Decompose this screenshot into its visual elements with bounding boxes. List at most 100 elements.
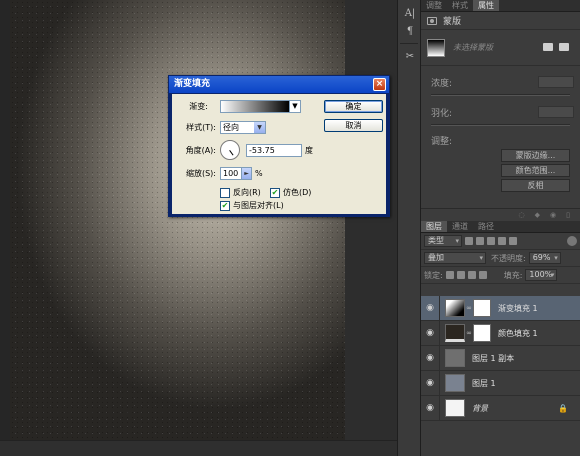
- document-image: [10, 0, 345, 440]
- tab-adjustments[interactable]: 调整: [421, 0, 447, 11]
- document-canvas[interactable]: [0, 0, 345, 440]
- gradient-dropdown-icon[interactable]: ▼: [290, 100, 301, 113]
- density-input[interactable]: [538, 76, 574, 88]
- lock-all-icon[interactable]: [478, 271, 487, 279]
- close-icon[interactable]: ×: [373, 78, 386, 91]
- vector-mask-icon[interactable]: [559, 43, 569, 51]
- dialog-titlebar[interactable]: 渐变填充 ×: [169, 76, 389, 93]
- feather-field: 羽化:: [421, 100, 580, 124]
- layer-divider: [439, 320, 440, 346]
- shape-filter-icon[interactable]: [498, 237, 506, 245]
- pixel-mask-icon[interactable]: [543, 43, 553, 51]
- strip-divider: [400, 43, 418, 44]
- layer-row[interactable]: ◉ 图层 1: [421, 370, 580, 396]
- layer-row[interactable]: ◉ ∞ 渐变填充 1: [421, 295, 580, 321]
- tab-properties[interactable]: 属性: [473, 0, 499, 11]
- mask-selector-row: 未选择蒙版: [421, 30, 580, 66]
- angle-dial[interactable]: [220, 140, 240, 160]
- lock-transparency-icon[interactable]: [445, 271, 454, 279]
- gradient-label: 渐变:: [189, 102, 208, 111]
- layer-thumbnail[interactable]: [445, 399, 465, 417]
- chain-link-icon[interactable]: ∞: [465, 329, 473, 337]
- ok-button[interactable]: 确定: [324, 100, 383, 113]
- layer-divider: [439, 295, 440, 321]
- align-checkbox[interactable]: ✔: [220, 200, 230, 211]
- load-selection-icon[interactable]: ◌: [519, 211, 525, 219]
- layer-name[interactable]: 渐变填充 1: [498, 303, 538, 314]
- eye-icon[interactable]: ◉: [421, 328, 439, 338]
- tab-channels[interactable]: 通道: [447, 221, 473, 232]
- layer-thumbnail[interactable]: [445, 374, 465, 392]
- layer-name[interactable]: 图层 1 副本: [472, 353, 514, 364]
- layer-mask-thumbnail[interactable]: [473, 299, 491, 317]
- lock-position-icon[interactable]: [467, 271, 476, 279]
- mask-icon: [427, 16, 437, 25]
- gradient-fill-dialog: 渐变填充 × 渐变: ▼ 样式(T): 径向 ▼ 角度(A): -53.75 度…: [168, 75, 390, 217]
- fill-value: 100%: [529, 270, 553, 279]
- layer-row[interactable]: ◉ 图层 1 副本: [421, 345, 580, 371]
- angle-input[interactable]: -53.75: [246, 143, 302, 157]
- scale-spin-icon[interactable]: ►: [242, 167, 252, 180]
- layer-mask-thumbnail[interactable]: [473, 324, 491, 342]
- eye-icon[interactable]: ◉: [421, 303, 439, 313]
- status-bar: [0, 440, 397, 456]
- eye-icon[interactable]: ◉: [421, 353, 439, 363]
- eye-icon[interactable]: ◉: [421, 403, 439, 413]
- style-row: 样式(T): 径向 ▼: [172, 121, 266, 134]
- smart-filter-icon[interactable]: [509, 237, 517, 245]
- filter-label: 类型: [428, 236, 444, 245]
- layer-thumbnail[interactable]: [445, 299, 465, 317]
- layer-name[interactable]: 颜色填充 1: [498, 328, 538, 339]
- density-slider[interactable]: [431, 94, 570, 96]
- dither-checkbox[interactable]: ✔: [270, 187, 280, 198]
- tab-paths[interactable]: 路径: [473, 221, 499, 232]
- cancel-button[interactable]: 取消: [324, 119, 383, 132]
- scale-row: 缩放(S): 100 ► %: [172, 167, 263, 180]
- layers-panel: 图层 通道 路径 类型 叠加 不透明度: 69% 锁定:: [421, 221, 580, 456]
- color-range-button[interactable]: 颜色范围...: [501, 164, 570, 177]
- opacity-input[interactable]: 69%: [528, 252, 561, 264]
- dither-option: ✔ 仿色(D): [270, 187, 311, 198]
- pixel-filter-icon[interactable]: [465, 237, 473, 245]
- tab-layers[interactable]: 图层: [421, 221, 447, 232]
- layer-divider: [439, 370, 440, 396]
- properties-header: 蒙版: [421, 12, 580, 30]
- style-label: 样式(T):: [186, 123, 216, 132]
- layer-row[interactable]: ◉ 背景 🔒: [421, 395, 580, 421]
- apply-mask-icon[interactable]: ◆: [535, 211, 540, 219]
- layer-thumbnail[interactable]: [445, 324, 465, 342]
- eye-icon[interactable]: ◉: [421, 378, 439, 388]
- layer-row[interactable]: ◉ ∞ 颜色填充 1: [421, 320, 580, 346]
- feather-input[interactable]: [538, 106, 574, 118]
- adjustment-filter-icon[interactable]: [476, 237, 484, 245]
- lock-image-icon[interactable]: [456, 271, 465, 279]
- fill-input[interactable]: 100%: [525, 269, 558, 281]
- reverse-checkbox[interactable]: [220, 187, 230, 198]
- density-label: 浓度:: [431, 78, 453, 89]
- style-select[interactable]: 径向 ▼: [220, 121, 266, 134]
- filter-toggle[interactable]: [567, 236, 577, 246]
- scale-input[interactable]: 100: [220, 167, 242, 180]
- character-panel-icon[interactable]: A|: [398, 4, 422, 22]
- trash-icon[interactable]: ▯: [566, 211, 570, 219]
- dialog-body: 渐变: ▼ 样式(T): 径向 ▼ 角度(A): -53.75 度 缩放(S):…: [172, 94, 386, 214]
- reverse-option: 反向(R): [220, 187, 261, 198]
- gradient-swatch[interactable]: [220, 100, 290, 113]
- layer-name[interactable]: 图层 1: [472, 378, 496, 389]
- dither-label: 仿色(D): [283, 188, 312, 197]
- type-filter-icon[interactable]: [487, 237, 495, 245]
- chain-link-icon[interactable]: ∞: [465, 304, 473, 312]
- properties-tabs: 调整 样式 属性: [421, 0, 580, 12]
- visibility-icon[interactable]: ◉: [550, 211, 556, 219]
- mask-edge-button[interactable]: 蒙版边缘...: [501, 149, 570, 162]
- align-label: 与图层对齐(L): [233, 201, 284, 210]
- angle-label: 角度(A):: [185, 145, 216, 155]
- blend-mode-select[interactable]: 叠加: [424, 252, 486, 264]
- invert-button[interactable]: 反相: [501, 179, 570, 192]
- layer-filter-select[interactable]: 类型: [424, 235, 462, 247]
- layer-thumbnail[interactable]: [445, 349, 465, 367]
- tools-panel-icon[interactable]: ✂: [398, 47, 422, 65]
- tab-styles[interactable]: 样式: [447, 0, 473, 11]
- layer-name[interactable]: 背景: [472, 403, 488, 414]
- paragraph-panel-icon[interactable]: ¶: [398, 22, 422, 40]
